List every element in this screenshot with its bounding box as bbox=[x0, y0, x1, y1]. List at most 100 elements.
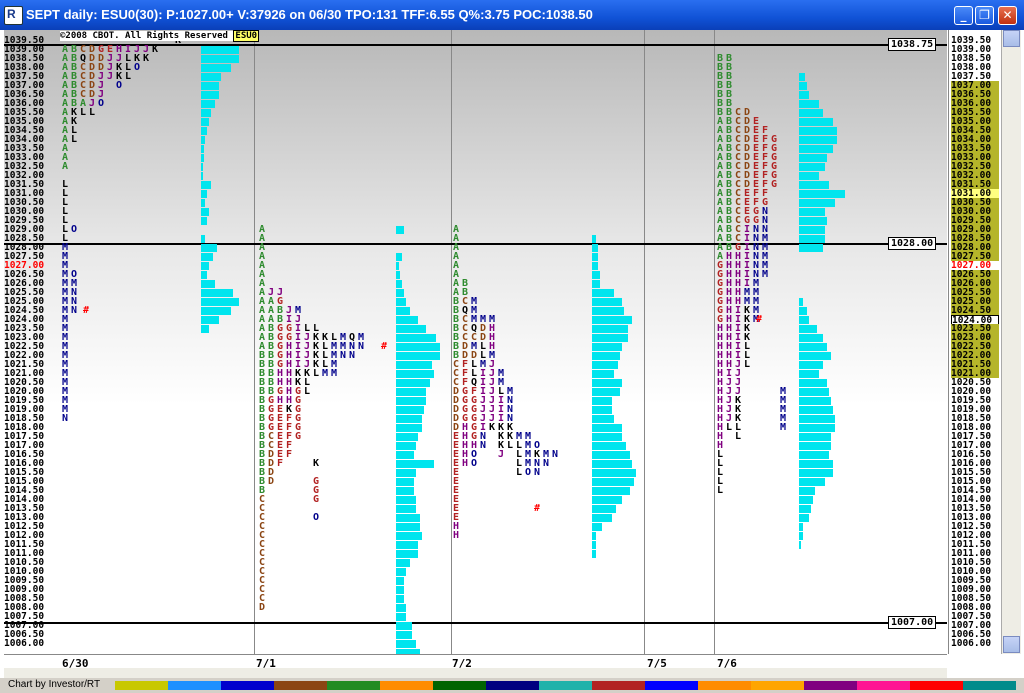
tpo-letter: O bbox=[116, 80, 123, 91]
histogram-7-1 bbox=[396, 334, 436, 342]
histogram-7-1 bbox=[396, 415, 422, 423]
tpo-letter: K bbox=[143, 53, 150, 64]
histogram-6-30 bbox=[201, 82, 219, 90]
maximize-icon: ❐ bbox=[979, 8, 990, 22]
histogram-7-6 bbox=[799, 352, 831, 360]
histogram-7-6 bbox=[799, 334, 823, 342]
tpo-6-30: L bbox=[71, 134, 78, 145]
period-color-swatch bbox=[592, 681, 645, 690]
histogram-7-6 bbox=[799, 154, 827, 162]
price-axis-right: 1039.50 1039.00 1038.50 1038.00 1037.50 1037.… bbox=[948, 30, 1001, 654]
tpo-letter: L bbox=[516, 467, 523, 478]
period-color-swatch bbox=[168, 681, 221, 690]
histogram-7-2 bbox=[592, 262, 598, 270]
histogram-7-1 bbox=[396, 514, 420, 522]
tpo-letter: L bbox=[89, 107, 96, 118]
histogram-7-6 bbox=[799, 505, 811, 513]
price-tick: 1006.00 bbox=[951, 638, 992, 649]
tpo-letter: G bbox=[771, 179, 778, 190]
tpo-letter: O bbox=[471, 458, 478, 469]
histogram-7-1 bbox=[396, 316, 418, 324]
histogram-7-6 bbox=[799, 514, 809, 522]
price-tick-left: 1006.00 bbox=[4, 638, 45, 649]
histogram-6-30 bbox=[201, 163, 203, 171]
price-tick: 1024.50 bbox=[951, 306, 999, 315]
histogram-7-2 bbox=[592, 352, 620, 360]
histogram-7-6 bbox=[799, 226, 825, 234]
histogram-7-1 bbox=[396, 460, 434, 468]
histogram-7-6 bbox=[799, 532, 803, 540]
histogram-7-1 bbox=[396, 559, 410, 567]
app-icon[interactable]: R bbox=[4, 6, 23, 25]
reference-line bbox=[4, 622, 947, 624]
histogram-7-6 bbox=[799, 442, 831, 450]
histogram-7-6 bbox=[799, 82, 807, 90]
tpo-letter: O bbox=[98, 98, 105, 109]
histogram-7-6 bbox=[799, 100, 819, 108]
histogram-7-6 bbox=[799, 190, 845, 198]
histogram-7-6 bbox=[799, 172, 819, 180]
market-profile-chart[interactable]: 1039.50 1039.00 1038.50 1038.00 1037.50 1037.… bbox=[4, 30, 947, 654]
day-separator bbox=[644, 30, 645, 654]
histogram-7-2 bbox=[592, 424, 622, 432]
tpo-letter: N bbox=[480, 440, 487, 451]
period-color-swatch bbox=[539, 681, 592, 690]
histogram-7-1 bbox=[396, 604, 406, 612]
tpo-letter: O bbox=[313, 512, 320, 523]
tpo-6-30: N bbox=[62, 413, 69, 424]
histogram-6-30 bbox=[201, 316, 219, 324]
reference-line-label: 1007.00 bbox=[888, 616, 937, 629]
histogram-7-2 bbox=[592, 415, 614, 423]
histogram-7-2 bbox=[592, 343, 622, 351]
histogram-6-30 bbox=[201, 145, 204, 153]
maximize-button[interactable]: ❐ bbox=[975, 6, 994, 25]
histogram-7-6 bbox=[799, 217, 827, 225]
histogram-7-2 bbox=[592, 496, 622, 504]
histogram-7-6 bbox=[799, 127, 837, 135]
period-color-swatch bbox=[645, 681, 698, 690]
histogram-7-6 bbox=[799, 379, 827, 387]
histogram-7-2 bbox=[592, 235, 596, 243]
scroll-down-button[interactable] bbox=[1003, 636, 1020, 653]
histogram-7-2 bbox=[592, 478, 634, 486]
histogram-7-1 bbox=[396, 568, 406, 576]
histogram-7-6 bbox=[799, 235, 825, 243]
histogram-6-30 bbox=[201, 307, 231, 315]
histogram-6-30 bbox=[201, 280, 215, 288]
histogram-7-2 bbox=[592, 523, 602, 531]
histogram-7-1 bbox=[396, 541, 418, 549]
histogram-7-6 bbox=[799, 73, 805, 81]
tpo-letter: L bbox=[726, 422, 733, 433]
tpo-letter: J bbox=[498, 449, 505, 460]
day-separator bbox=[451, 30, 452, 654]
histogram-6-30 bbox=[201, 217, 207, 225]
tpo-letter: M bbox=[331, 368, 338, 379]
histogram-7-1 bbox=[396, 397, 426, 405]
histogram-7-1 bbox=[396, 622, 412, 630]
tpo-letter: M bbox=[322, 368, 329, 379]
period-color-swatch bbox=[115, 681, 168, 690]
histogram-7-1 bbox=[396, 631, 412, 639]
vertical-scrollbar[interactable] bbox=[1001, 30, 1021, 654]
histogram-7-6 bbox=[799, 163, 825, 171]
histogram-7-6 bbox=[799, 298, 803, 306]
close-button[interactable]: ✕ bbox=[998, 6, 1017, 25]
histogram-6-30 bbox=[201, 172, 203, 180]
tpo-letter: D bbox=[259, 602, 266, 613]
histogram-7-2 bbox=[592, 505, 616, 513]
histogram-7-1 bbox=[396, 424, 422, 432]
minimize-button[interactable]: _ bbox=[954, 6, 973, 25]
histogram-6-30 bbox=[201, 199, 205, 207]
histogram-6-30 bbox=[201, 298, 239, 306]
histogram-7-2 bbox=[592, 361, 618, 369]
histogram-7-6 bbox=[799, 361, 823, 369]
tpo-letter: L bbox=[80, 107, 87, 118]
histogram-6-30 bbox=[201, 253, 213, 261]
histogram-7-6 bbox=[799, 415, 835, 423]
tpo-6-30: A bbox=[62, 161, 69, 172]
horizontal-scrollbar[interactable] bbox=[4, 668, 947, 678]
histogram-7-1 bbox=[396, 496, 416, 504]
histogram-6-30 bbox=[201, 55, 239, 63]
scroll-up-button[interactable] bbox=[1003, 30, 1020, 47]
histogram-7-2 bbox=[592, 325, 628, 333]
